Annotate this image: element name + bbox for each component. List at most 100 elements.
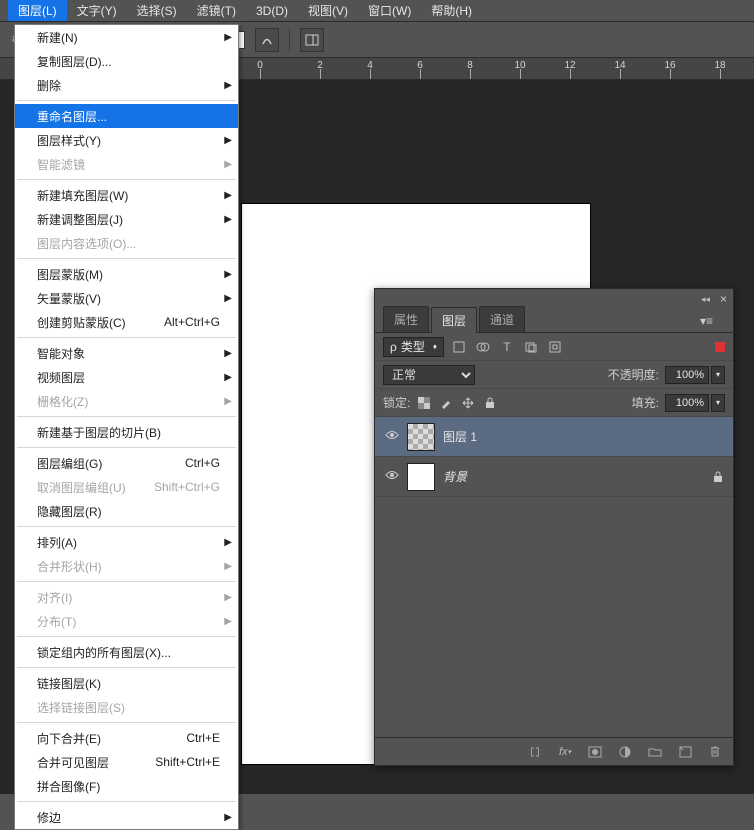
menu-help[interactable]: 帮助(H) <box>421 0 482 21</box>
menu-item-label: 图层内容选项(O)... <box>37 235 136 252</box>
menu-item: 取消图层编组(U)Shift+Ctrl+G <box>15 475 238 499</box>
menu-item-label: 锁定组内的所有图层(X)... <box>37 644 171 661</box>
filter-shape-icon[interactable] <box>522 338 540 356</box>
menu-item-label: 选择链接图层(S) <box>37 699 125 716</box>
menu-item[interactable]: 创建剪贴蒙版(C)Alt+Ctrl+G <box>15 310 238 334</box>
tab-layers[interactable]: 图层 <box>431 307 477 333</box>
tab-channels[interactable]: 通道 <box>479 306 525 332</box>
menu-item[interactable]: 视频图层▶ <box>15 365 238 389</box>
blend-mode-select[interactable]: 正常 <box>383 365 475 385</box>
menu-item[interactable]: 复制图层(D)... <box>15 49 238 73</box>
filter-smart-icon[interactable] <box>546 338 564 356</box>
panel-toggle-button[interactable] <box>300 28 324 52</box>
submenu-arrow-icon: ▶ <box>224 537 232 548</box>
layer-name[interactable]: 背景 <box>443 468 467 485</box>
menu-item-label: 合并形状(H) <box>37 558 102 575</box>
delete-layer-icon[interactable] <box>707 744 723 760</box>
layer-row[interactable]: 背景 <box>375 457 733 497</box>
blend-row: 正常 不透明度: 100%▾ <box>375 361 733 389</box>
menu-layer[interactable]: 图层(L) <box>8 0 67 21</box>
submenu-arrow-icon: ▶ <box>224 561 232 572</box>
menu-item: 选择链接图层(S) <box>15 695 238 719</box>
menu-item[interactable]: 拼合图像(F) <box>15 774 238 798</box>
menu-filter[interactable]: 滤镜(T) <box>187 0 246 21</box>
ruler-tick <box>570 69 571 79</box>
ruler-tick <box>420 69 421 79</box>
layer-fx-icon[interactable]: fx▾ <box>557 744 573 760</box>
close-icon[interactable]: × <box>720 292 727 306</box>
layer-list: 图层 1 背景 <box>375 417 733 497</box>
warp-text-button[interactable] <box>255 28 279 52</box>
layer-thumbnail[interactable] <box>407 463 435 491</box>
menu-item[interactable]: 链接图层(K) <box>15 671 238 695</box>
filter-toggle-icon[interactable] <box>715 342 725 352</box>
ruler-tick <box>370 69 371 79</box>
group-icon[interactable] <box>647 744 663 760</box>
lock-position-icon[interactable] <box>460 395 476 411</box>
menu-item[interactable]: 智能对象▶ <box>15 341 238 365</box>
menu-item[interactable]: 图层编组(G) Ctrl+G <box>15 451 238 475</box>
menu-item-label: 图层蒙版(M) <box>37 266 103 283</box>
menu-item[interactable]: 锁定组内的所有图层(X)... <box>15 640 238 664</box>
menu-item[interactable]: 重命名图层... <box>15 104 238 128</box>
submenu-arrow-icon: ▶ <box>224 214 232 225</box>
menu-item[interactable]: 删除▶ <box>15 73 238 97</box>
new-layer-icon[interactable] <box>677 744 693 760</box>
menu-item: 合并形状(H) ▶ <box>15 554 238 578</box>
panel-footer: fx▾ <box>375 737 733 765</box>
filter-pixel-icon[interactable] <box>450 338 468 356</box>
menu-item[interactable]: 新建(N)▶ <box>15 25 238 49</box>
menu-item[interactable]: 排列(A)▶ <box>15 530 238 554</box>
submenu-arrow-icon: ▶ <box>224 293 232 304</box>
visibility-icon[interactable] <box>385 470 399 484</box>
lock-transparent-icon[interactable] <box>416 395 432 411</box>
tab-properties[interactable]: 属性 <box>383 306 429 332</box>
menu-select[interactable]: 选择(S) <box>127 0 187 21</box>
menu-item-label: 图层样式(Y) <box>37 132 101 149</box>
layer-mask-icon[interactable] <box>587 744 603 760</box>
submenu-arrow-icon: ▶ <box>224 348 232 359</box>
lock-paint-icon[interactable] <box>438 395 454 411</box>
lock-all-icon[interactable] <box>482 395 498 411</box>
layer-name[interactable]: 图层 1 <box>443 428 477 445</box>
ruler-tick <box>470 69 471 79</box>
menu-item[interactable]: 新建填充图层(W)▶ <box>15 183 238 207</box>
visibility-icon[interactable] <box>385 430 399 444</box>
opacity-field[interactable]: 100%▾ <box>665 366 725 384</box>
menu-item[interactable]: 新建基于图层的切片(B) <box>15 420 238 444</box>
menu-separator <box>17 337 236 338</box>
layer-menu-dropdown: 新建(N)▶复制图层(D)...删除▶重命名图层...图层样式(Y)▶智能滤镜▶… <box>14 24 239 830</box>
collapse-icon[interactable]: ◂◂ <box>701 294 710 305</box>
menubar: 图层(L) 文字(Y) 选择(S) 滤镜(T) 3D(D) 视图(V) 窗口(W… <box>0 0 754 22</box>
menu-item: 图层内容选项(O)... <box>15 231 238 255</box>
menu-item-label: 图层编组(G) <box>37 455 102 472</box>
menu-item[interactable]: 合并可见图层Shift+Ctrl+E <box>15 750 238 774</box>
layer-thumbnail[interactable] <box>407 423 435 451</box>
menu-item-label: 创建剪贴蒙版(C) <box>37 314 126 331</box>
menu-view[interactable]: 视图(V) <box>298 0 358 21</box>
filter-adjust-icon[interactable] <box>474 338 492 356</box>
menu-shortcut: Shift+Ctrl+G <box>154 480 220 494</box>
adjustment-layer-icon[interactable] <box>617 744 633 760</box>
ruler-tick <box>720 69 721 79</box>
filter-type-icon[interactable]: T <box>498 338 516 356</box>
filter-kind-select[interactable]: ρ 类型 ♦ <box>383 337 444 357</box>
menu-3d[interactable]: 3D(D) <box>246 2 298 20</box>
panel-menu-icon[interactable]: ▾≡ <box>690 310 723 332</box>
menu-item[interactable]: 图层样式(Y)▶ <box>15 128 238 152</box>
menu-item[interactable]: 向下合并(E)Ctrl+E <box>15 726 238 750</box>
menu-shortcut: Ctrl+G <box>185 456 220 470</box>
fill-field[interactable]: 100%▾ <box>665 394 725 412</box>
menu-separator <box>17 667 236 668</box>
panel-tabs: 属性 图层 通道 ▾≡ <box>375 309 733 333</box>
menu-item[interactable]: 隐藏图层(R) <box>15 499 238 523</box>
link-layers-icon[interactable] <box>527 744 543 760</box>
submenu-arrow-icon: ▶ <box>224 190 232 201</box>
menu-item[interactable]: 新建调整图层(J)▶ <box>15 207 238 231</box>
menu-item[interactable]: 图层蒙版(M)▶ <box>15 262 238 286</box>
menu-window[interactable]: 窗口(W) <box>358 0 421 21</box>
menu-item[interactable]: 矢量蒙版(V)▶ <box>15 286 238 310</box>
layer-row[interactable]: 图层 1 <box>375 417 733 457</box>
menu-item[interactable]: 修边▶ <box>15 805 238 829</box>
menu-type[interactable]: 文字(Y) <box>67 0 127 21</box>
